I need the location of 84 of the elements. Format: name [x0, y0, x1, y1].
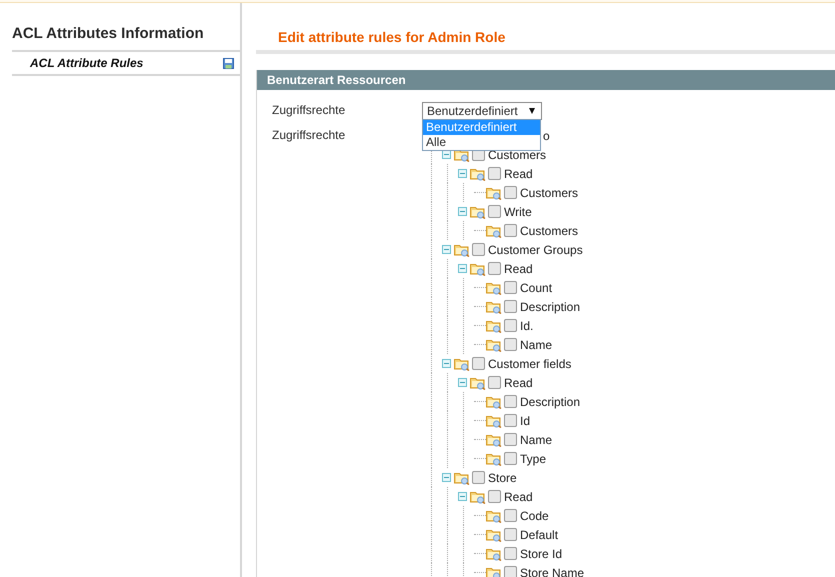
tree-item-label[interactable]: Id.: [520, 318, 534, 332]
tree-item-label[interactable]: o: [543, 128, 550, 142]
checkbox[interactable]: [504, 395, 517, 408]
tree-item-label[interactable]: Customers: [488, 148, 546, 162]
folder-icon: [486, 566, 502, 577]
collapse-icon[interactable]: [458, 207, 467, 216]
tree-item-label[interactable]: Description: [520, 394, 580, 408]
folder-icon: [470, 490, 486, 504]
folder-icon: [486, 528, 502, 542]
checkbox[interactable]: [504, 547, 517, 560]
folder-icon: [486, 452, 502, 466]
checkbox[interactable]: [504, 319, 517, 332]
checkbox[interactable]: [504, 566, 517, 577]
collapse-icon[interactable]: [458, 264, 467, 273]
folder-icon: [454, 242, 470, 256]
checkbox[interactable]: [504, 224, 517, 237]
tree-item-label[interactable]: Read: [504, 166, 533, 180]
folder-icon: [454, 356, 470, 370]
folder-icon: [470, 262, 486, 276]
tree-item-label[interactable]: Code: [520, 508, 549, 522]
dropdown-option[interactable]: Alle: [423, 135, 540, 150]
collapse-icon[interactable]: [458, 492, 467, 501]
checkbox[interactable]: [488, 262, 501, 275]
tree-item-label[interactable]: Id: [520, 414, 530, 428]
checkbox[interactable]: [504, 414, 517, 427]
checkbox[interactable]: [472, 471, 485, 484]
page-title: Edit attribute rules for Admin Role: [278, 29, 506, 45]
checkbox[interactable]: [488, 167, 501, 180]
checkbox[interactable]: [488, 490, 501, 503]
folder-icon: [486, 300, 502, 314]
tree-item-label[interactable]: Customers: [520, 224, 578, 238]
folder-icon: [486, 186, 502, 200]
folder-icon: [454, 470, 470, 484]
collapse-icon[interactable]: [458, 169, 467, 178]
checkbox[interactable]: [472, 357, 485, 370]
save-icon: [223, 58, 234, 68]
collapse-icon[interactable]: [442, 359, 451, 368]
collapse-icon[interactable]: [442, 245, 451, 254]
tree-item-label[interactable]: Name: [520, 338, 552, 352]
checkbox[interactable]: [504, 433, 517, 446]
folder-icon: [486, 338, 502, 352]
tree-item-label[interactable]: Count: [520, 280, 552, 294]
checkbox[interactable]: [504, 528, 517, 541]
field-label: Zugriffsrechte: [272, 102, 346, 119]
folder-icon: [486, 318, 502, 332]
checkbox[interactable]: [504, 509, 517, 522]
folder-icon: [486, 432, 502, 446]
tree-item-label[interactable]: Read: [504, 490, 533, 504]
tree-item-label[interactable]: Type: [520, 452, 546, 466]
tree-item-label[interactable]: Customers: [520, 186, 578, 200]
folder-icon: [486, 414, 502, 428]
checkbox[interactable]: [472, 243, 485, 256]
folder-icon: [486, 224, 502, 238]
tree-item-label[interactable]: Read: [504, 262, 533, 276]
folder-icon: [486, 546, 502, 560]
checkbox[interactable]: [504, 186, 517, 199]
tree-item-label[interactable]: Store Id: [520, 546, 562, 560]
tree-item-label[interactable]: Store: [488, 470, 517, 484]
sidebar-item[interactable]: ACL Attribute Rules: [12, 52, 240, 76]
tree-item-label[interactable]: Customer Groups: [488, 242, 583, 256]
tree-item-label[interactable]: Description: [520, 300, 580, 314]
checkbox[interactable]: [504, 338, 517, 351]
tree-item-label[interactable]: Store Name: [520, 566, 584, 577]
sidebar-title: ACL Attributes Information: [12, 25, 240, 52]
folder-icon: [470, 204, 486, 218]
field-label: Zugriffsrechte: [272, 127, 346, 144]
tree-item-label[interactable]: Name: [520, 432, 552, 446]
tree-item-label[interactable]: Default: [520, 528, 558, 542]
checkbox[interactable]: [504, 300, 517, 313]
tree-item-label[interactable]: Customer fields: [488, 356, 572, 370]
collapse-icon[interactable]: [458, 378, 467, 387]
folder-icon: [486, 394, 502, 408]
tree-item-label[interactable]: Write: [504, 204, 532, 218]
checkbox[interactable]: [488, 205, 501, 218]
checkbox[interactable]: [504, 281, 517, 294]
section-header: Benutzerart Ressourcen: [257, 70, 835, 90]
checkbox[interactable]: [488, 376, 501, 389]
tree-item-label[interactable]: Read: [504, 376, 533, 390]
checkbox[interactable]: [504, 452, 517, 465]
folder-icon: [486, 508, 502, 522]
folder-icon: [470, 376, 486, 390]
folder-icon: [486, 280, 502, 294]
collapse-icon[interactable]: [442, 473, 451, 482]
folder-icon: [470, 166, 486, 180]
